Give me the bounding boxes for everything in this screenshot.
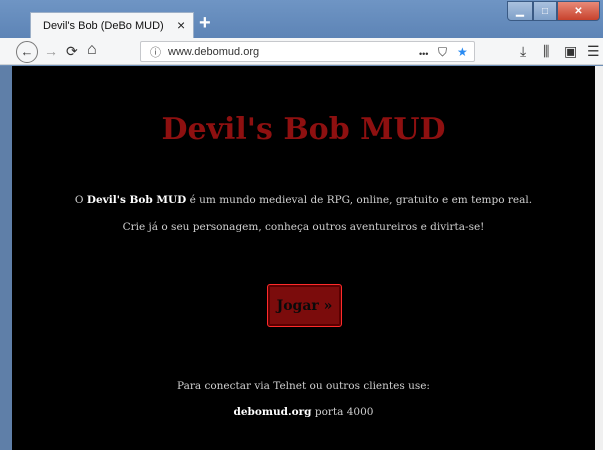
- browser-tab[interactable]: Devil's Bob (DeBo MUD) ×: [30, 12, 194, 38]
- pocket-icon[interactable]: ⛉: [438, 44, 447, 60]
- window-left-edge: [0, 66, 12, 450]
- back-arrow-icon: ←: [20, 44, 34, 59]
- close-window-button[interactable]: ✕: [557, 1, 600, 21]
- maximize-button[interactable]: □: [533, 1, 557, 21]
- sidebar-icon[interactable]: ▣: [564, 42, 577, 60]
- minimize-button[interactable]: ▁: [507, 1, 533, 21]
- url-bar[interactable]: ⓘ www.debomud.org ••• ⛉ ★: [140, 41, 475, 62]
- page-viewport: Devil's Bob MUD O Devil's Bob MUD é um m…: [12, 66, 595, 450]
- minimize-icon: ▁: [516, 5, 524, 17]
- intro-paragraph: O Devil's Bob MUD é um mundo medieval de…: [12, 194, 595, 206]
- window-controls: ▁ □ ✕: [507, 1, 600, 21]
- url-text[interactable]: www.debomud.org: [168, 46, 259, 58]
- call-to-action-text: Crie já o seu personagem, conheça outros…: [122, 221, 485, 233]
- maximize-icon: □: [541, 5, 549, 17]
- reload-icon[interactable]: ⟳: [66, 42, 78, 60]
- intro-suffix: é um mundo medieval de RPG, online, grat…: [186, 194, 533, 206]
- telnet-instructions: Para conectar via Telnet ou outros clien…: [177, 380, 430, 392]
- library-icon[interactable]: ⫼: [543, 42, 549, 60]
- info-icon[interactable]: ⓘ: [150, 44, 161, 60]
- bookmark-star-icon[interactable]: ★: [457, 44, 468, 60]
- play-button[interactable]: Jogar »: [267, 284, 342, 327]
- telnet-host: debomud.org: [233, 406, 312, 418]
- back-button[interactable]: ←: [16, 41, 38, 63]
- close-icon: ✕: [574, 5, 583, 17]
- home-icon[interactable]: ⌂: [87, 41, 97, 59]
- page-title: Devil's Bob MUD: [161, 112, 446, 147]
- intro-game-name: Devil's Bob MUD: [86, 194, 187, 206]
- new-tab-button[interactable]: +: [199, 13, 211, 33]
- tab-title: Devil's Bob (DeBo MUD): [43, 20, 164, 32]
- download-icon[interactable]: ⤓: [520, 42, 526, 60]
- forward-arrow-icon[interactable]: →: [44, 42, 58, 60]
- navigation-toolbar: ← → ⟳ ⌂ ⓘ www.debomud.org ••• ⛉ ★ ⤓ ⫼ ▣ …: [0, 38, 603, 65]
- telnet-port: porta 4000: [311, 406, 374, 418]
- telnet-address: debomud.org porta 4000: [12, 406, 595, 418]
- vertical-scrollbar[interactable]: [595, 66, 603, 450]
- tab-close-icon[interactable]: ×: [177, 16, 185, 34]
- intro-prefix: O: [74, 194, 87, 206]
- page-actions-icon[interactable]: •••: [419, 46, 428, 62]
- window-titlebar: Devil's Bob (DeBo MUD) × + ▁ □ ✕: [0, 0, 603, 38]
- menu-icon[interactable]: ☰: [587, 42, 600, 60]
